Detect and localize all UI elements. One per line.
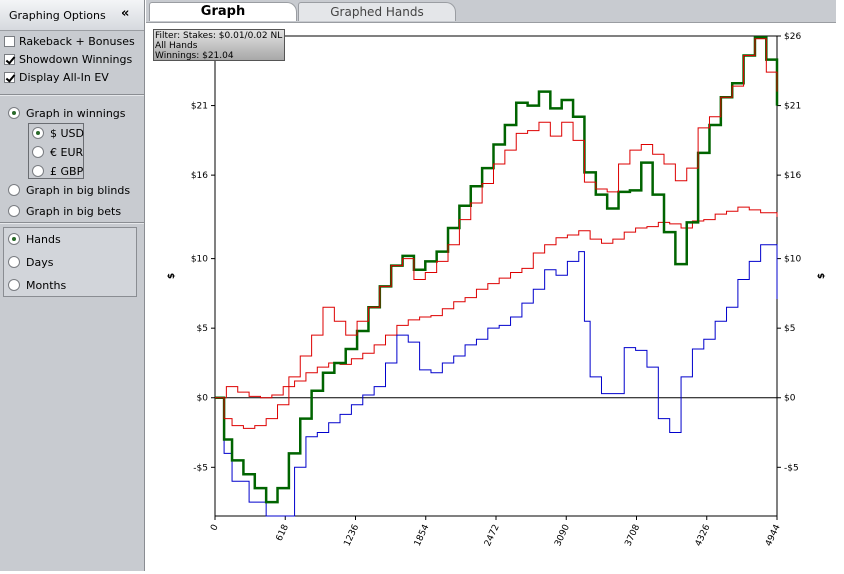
time-days-label: Days	[26, 255, 54, 269]
allin-ev-label: Display All-In EV	[19, 70, 109, 84]
series-line-blue	[215, 244, 778, 517]
currency-eur-radio-row[interactable]: € EUR	[32, 143, 83, 161]
rakeback-checkbox-row[interactable]: Rakeback + Bonuses	[4, 32, 135, 50]
graphing-options-header: Graphing Options «	[0, 0, 144, 31]
showdown-label: Showdown Winnings	[19, 52, 133, 66]
showdown-checkbox-row[interactable]: Showdown Winnings	[4, 50, 132, 68]
graph-in-big-bets-radio-row[interactable]: Graph in big bets	[8, 202, 121, 220]
currency-usd-label: $ USD	[50, 126, 84, 140]
y-axis-label-left: $	[167, 273, 177, 279]
graph-in-winnings-label: Graph in winnings	[26, 106, 126, 120]
x-tick-label: 3708	[623, 523, 642, 548]
time-hands-label: Hands	[26, 232, 61, 246]
graph-in-big-blinds-label: Graph in big blinds	[26, 183, 131, 197]
graphing-options-panel: Graphing Options « Rakeback + Bonuses Sh…	[0, 0, 145, 571]
x-tick-label: 2472	[483, 523, 502, 548]
graph-in-big-bets-radio[interactable]	[8, 205, 20, 217]
time-months-radio[interactable]	[8, 279, 20, 291]
currency-usd-radio[interactable]	[32, 127, 44, 139]
graph-in-winnings-radio-row[interactable]: Graph in winnings	[8, 104, 126, 122]
currency-gbp-radio-row[interactable]: £ GBP	[32, 162, 83, 180]
time-hands-radio-row[interactable]: Hands	[8, 230, 61, 248]
y-tick-label-right: $16	[784, 171, 801, 181]
divider	[0, 222, 144, 224]
y-tick-label-right: $21	[784, 102, 801, 112]
currency-usd-radio-row[interactable]: $ USD	[32, 124, 84, 142]
graphing-options-title: Graphing Options	[9, 9, 106, 22]
time-days-radio[interactable]	[8, 256, 20, 268]
time-hands-radio[interactable]	[8, 233, 20, 245]
currency-eur-radio[interactable]	[32, 146, 44, 158]
x-tick-label: 1854	[413, 523, 432, 548]
filter-line-stakes: Filter: Stakes: $0.01/0.02 NL	[155, 31, 283, 41]
rakeback-checkbox[interactable]	[4, 35, 15, 47]
tab-graph[interactable]: Graph	[149, 2, 297, 21]
graph-in-big-bets-label: Graph in big bets	[26, 204, 122, 218]
allin-ev-checkbox[interactable]	[4, 71, 15, 83]
showdown-checkbox[interactable]	[4, 53, 15, 65]
y-tick-label-left: $0	[197, 394, 209, 404]
graph-in-winnings-radio[interactable]	[8, 107, 20, 119]
series-line-green	[215, 36, 779, 504]
graph-in-big-blinds-radio-row[interactable]: Graph in big blinds	[8, 181, 130, 199]
allin-ev-checkbox-row[interactable]: Display All-In EV	[4, 68, 109, 86]
time-months-radio-row[interactable]: Months	[8, 276, 66, 294]
y-tick-label-left: $21	[191, 102, 208, 112]
filter-line-hands: All Hands	[155, 41, 198, 51]
time-months-label: Months	[26, 278, 67, 292]
currency-gbp-radio[interactable]	[32, 165, 44, 177]
y-tick-label-right: $5	[784, 324, 795, 334]
y-tick-label-right: $26	[784, 32, 801, 42]
x-tick-label: 4326	[694, 523, 713, 548]
winnings-chart: $26$26$21$21$16$16$10$10$5$5$0$0-$5-$506…	[167, 32, 827, 548]
divider	[0, 94, 144, 96]
y-tick-label-left: -$5	[193, 463, 208, 473]
y-tick-label-right: $10	[784, 255, 801, 265]
y-tick-label-left: $10	[191, 255, 208, 265]
chart-area: $26$26$21$21$16$16$10$10$5$5$0$0-$5-$506…	[146, 23, 836, 571]
x-tick-label: 4944	[764, 523, 783, 548]
y-tick-label-right: $0	[784, 394, 796, 404]
currency-gbp-label: £ GBP	[50, 164, 84, 178]
double-chevron-left-icon[interactable]: «	[121, 6, 129, 21]
y-tick-label-left: $5	[197, 324, 208, 334]
y-tick-label-left: $16	[191, 171, 208, 181]
time-days-radio-row[interactable]: Days	[8, 253, 53, 271]
filter-info-box: Filter: Stakes: $0.01/0.02 NL All Hands …	[153, 29, 285, 61]
graph-in-big-blinds-radio[interactable]	[8, 184, 20, 196]
x-tick-label: 1236	[342, 523, 361, 548]
x-tick-label: 3090	[553, 523, 572, 548]
y-axis-label-right: $	[817, 273, 827, 279]
y-tick-label-right: -$5	[784, 463, 799, 473]
tab-graphed-hands[interactable]: Graphed Hands	[298, 2, 456, 21]
filter-line-winnings: Winnings: $21.04	[155, 51, 234, 61]
x-tick-label: 0	[209, 523, 221, 533]
tab-bar: Graph Graphed Hands	[146, 0, 836, 23]
x-tick-label: 618	[275, 523, 291, 543]
rakeback-label: Rakeback + Bonuses	[19, 34, 135, 48]
currency-eur-label: € EUR	[50, 145, 84, 159]
